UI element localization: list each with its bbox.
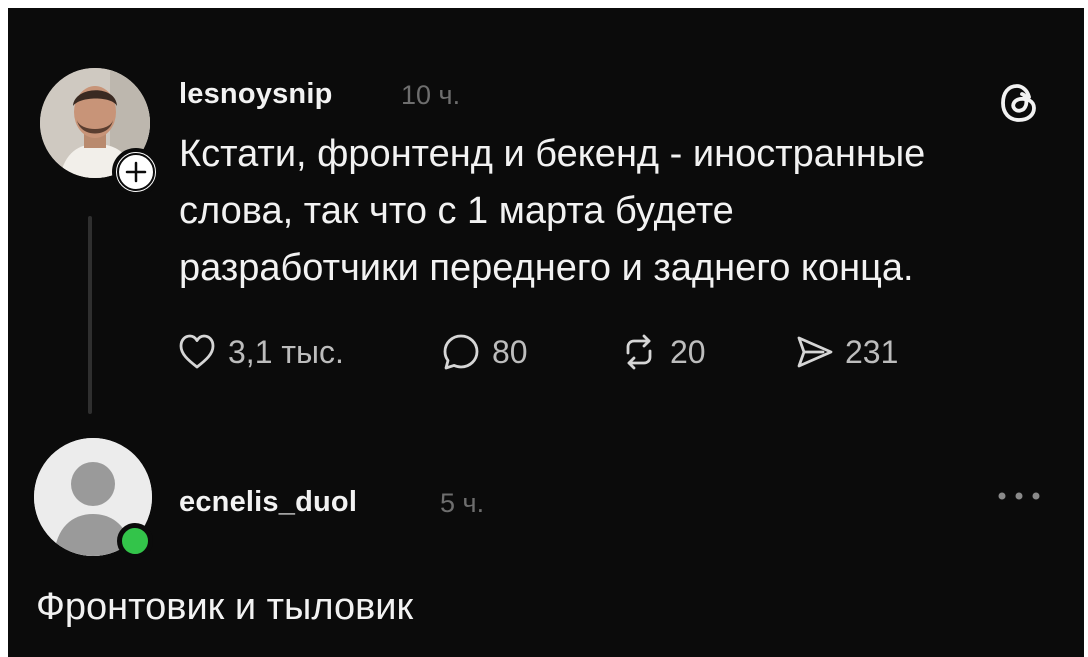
reply-username[interactable]: ecnelis_duol [179, 486, 357, 519]
post-text-line: разработчики переднего и заднего конца. [179, 247, 914, 289]
send-icon [797, 336, 833, 368]
like-button[interactable]: 3,1 тыс. [176, 331, 344, 373]
post-text-line: слова, так что с 1 марта будете [179, 190, 734, 232]
comment-icon [443, 334, 479, 370]
comment-button[interactable]: 80 [440, 331, 528, 373]
share-count: 231 [845, 333, 899, 370]
repost-button[interactable]: 20 [618, 331, 706, 373]
follow-plus-button[interactable] [112, 148, 160, 196]
threads-screenshot: lesnoysnip 10 ч. Кстати, фронтенд и беке… [8, 8, 1084, 657]
reply-text: Фронтовик и тыловик [36, 586, 414, 628]
online-status-indicator [117, 523, 153, 559]
reply-timestamp: 5 ч. [440, 488, 485, 518]
heart-icon [179, 334, 215, 369]
repost-icon [626, 334, 652, 370]
post-text: Кстати, фронтенд и бекенд - иностранные … [179, 126, 1039, 297]
more-options-icon[interactable] [996, 490, 1042, 502]
post-timestamp: 10 ч. [401, 80, 461, 110]
repost-count: 20 [670, 333, 706, 370]
threads-logo-icon[interactable] [995, 79, 1043, 127]
comment-count: 80 [492, 333, 528, 370]
share-button[interactable]: 231 [793, 331, 898, 373]
plus-icon [117, 153, 155, 191]
thread-connector-line [88, 216, 92, 414]
like-count: 3,1 тыс. [228, 333, 344, 370]
post-text-line: Кстати, фронтенд и бекенд - иностранные [179, 133, 926, 175]
post-username[interactable]: lesnoysnip [179, 78, 333, 111]
